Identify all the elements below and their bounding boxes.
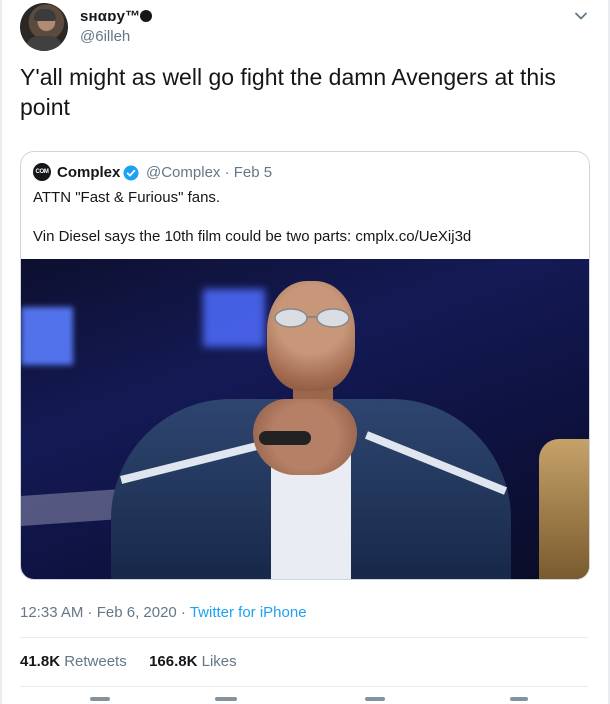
quoted-tweet-card[interactable]: COM PLX Complex @Complex · Feb 5 ATTN "F… <box>20 151 590 580</box>
author-display-name[interactable]: sнαɒy™ <box>80 8 140 25</box>
stage-light-left <box>21 307 73 365</box>
display-name-emoji-icon <box>140 10 152 22</box>
quoted-media-image[interactable] <box>21 259 589 579</box>
person-head <box>267 281 355 391</box>
quoted-text-line1: ATTN "Fast & Furious" fans. <box>33 189 221 206</box>
quoted-author-name[interactable]: Complex <box>57 164 120 181</box>
tweet-stats: 41.8K Retweets 166.8K Likes <box>20 653 237 670</box>
retweets-count[interactable]: 41.8K <box>20 653 60 670</box>
retweet-icon[interactable] <box>215 697 237 701</box>
background-person-right <box>539 439 589 579</box>
chevron-down-icon[interactable] <box>573 8 589 24</box>
retweets-label[interactable]: Retweets <box>60 653 127 670</box>
verified-icon <box>123 165 139 181</box>
tweet-text: Y'all might as well go fight the damn Av… <box>20 64 556 120</box>
action-bar <box>0 697 610 704</box>
likes-label[interactable]: Likes <box>197 653 237 670</box>
stage-light-center <box>203 289 265 347</box>
reply-icon[interactable] <box>90 697 110 701</box>
quoted-handle-date[interactable]: @Complex · Feb 5 <box>146 164 272 181</box>
sunglasses-shape <box>274 308 350 328</box>
divider <box>20 686 588 687</box>
microphone <box>259 431 311 445</box>
author-handle[interactable]: @6illeh <box>80 28 130 45</box>
like-icon[interactable] <box>365 697 385 701</box>
avatar-shirt-shape <box>26 36 62 51</box>
quoted-avatar[interactable]: COM PLX <box>33 163 51 193</box>
frame-left-border <box>0 0 2 704</box>
time-date[interactable]: 12:33 AM · Feb 6, 2020 · <box>20 604 190 621</box>
likes-count[interactable]: 166.8K <box>149 653 197 670</box>
author-avatar[interactable] <box>20 3 68 51</box>
avatar-hat-shape <box>34 9 56 21</box>
divider <box>20 637 588 638</box>
source-link[interactable]: Twitter for iPhone <box>190 604 307 621</box>
quoted-text-line2: Vin Diesel says the 10th film could be t… <box>33 228 472 245</box>
tweet-timestamp: 12:33 AM · Feb 6, 2020 · Twitter for iPh… <box>20 604 307 621</box>
share-icon[interactable] <box>510 697 528 701</box>
